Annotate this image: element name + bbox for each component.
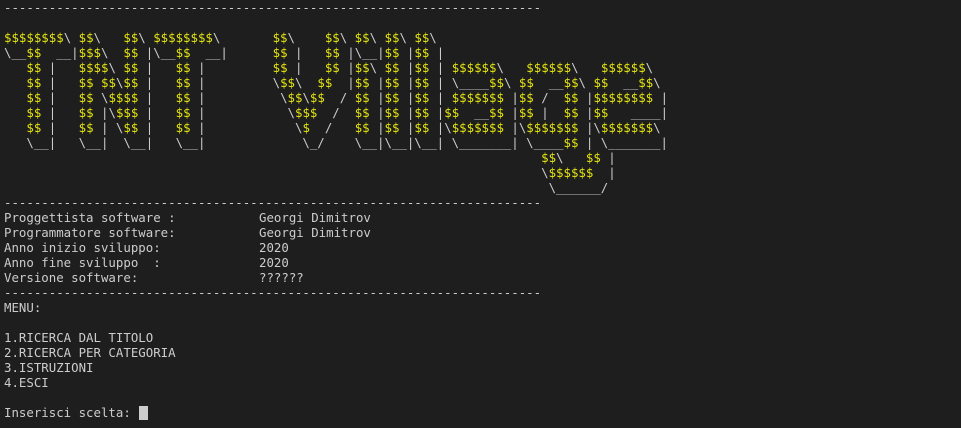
banner-art-line: \______/ (4, 180, 609, 195)
menu-item-search-title: 1.RICERCA DAL TITOLO (4, 330, 154, 345)
start-year-label: Anno inizio sviluppo: (4, 240, 161, 255)
info-row-programmer: Programmatore software: Georgi Dimitrov (4, 225, 961, 240)
banner-art-line: $$\ $$ | (541, 150, 616, 165)
terminal-window[interactable]: ----------------------------------------… (0, 0, 961, 428)
programmer-label: Programmatore software: (4, 225, 176, 240)
banner-art-line: $$ | $$ | \$$ | $$ | \$ / $$ |$$ |$$ |\$… (26, 120, 661, 135)
end-year-label: Anno fine sviluppo : (4, 255, 161, 270)
menu-title: MENU: (4, 300, 42, 315)
separator-after-banner: ----------------------------------------… (4, 195, 542, 210)
separator-top: ----------------------------------------… (4, 0, 542, 15)
banner-art-line: $$$$$$$$\ $$\ $$\ $$$$$$$$\ $$\ $$\ $$\ … (4, 30, 437, 45)
banner-art: $$$$$$$$\ $$\ $$\ $$$$$$$$\ $$\ $$\ $$\ … (4, 30, 961, 195)
input-prompt[interactable]: Inserisci scelta: (4, 405, 961, 420)
info-row-start-year: Anno inizio sviluppo: 2020 (4, 240, 961, 255)
banner-art-line: \$$$$$$ | (4, 165, 616, 180)
banner-art-line: $$ | $$ |\$$$ | $$ | \$$$ / $$ |$$ |$$ |… (26, 105, 669, 120)
menu-item-search-category: 2.RICERCA PER CATEGORIA (4, 345, 176, 360)
info-row-end-year: Anno fine sviluppo : 2020 (4, 255, 961, 270)
banner-art-line: $$ | $$$$\ $$ | $$ | $$ | $$ |$$\ $$ |$$… (26, 60, 654, 75)
banner-art-line: $$ | $$ $$\$$ | $$ | \$$\ $$ |$$ |$$ |$$… (26, 75, 661, 90)
info-row-version: Versione software:?????? (4, 270, 961, 285)
text-cursor[interactable] (139, 405, 149, 420)
info-row-designer: Proggettista software : Georgi Dimitrov (4, 210, 961, 225)
menu-item-instructions: 3.ISTRUZIONI (4, 360, 94, 375)
designer-value: Georgi Dimitrov (259, 210, 371, 225)
designer-label: Proggettista software : (4, 210, 176, 225)
banner-art-line: \__| \__| \__| \__| \_/ \__|\__|\__| \__… (4, 135, 668, 150)
programmer-value: Georgi Dimitrov (259, 225, 371, 240)
menu-list: 1.RICERCA DAL TITOLO 2.RICERCA PER CATEG… (4, 330, 961, 390)
version-label: Versione software: (4, 270, 139, 285)
banner-art-line: $$ | $$ \$$$$ | $$ | \$$\$$ / $$ |$$ |$$… (26, 90, 669, 105)
end-year-value: 2020 (259, 255, 289, 270)
start-year-value: 2020 (259, 240, 289, 255)
separator-after-info: ----------------------------------------… (4, 285, 542, 300)
menu-item-exit: 4.ESCI (4, 375, 49, 390)
info-block: Proggettista software : Georgi Dimitrov P… (4, 210, 961, 285)
prompt-label: Inserisci scelta: (4, 405, 139, 420)
version-value: ?????? (259, 270, 304, 285)
banner-art-line: \__$$ __|$$$\ $$ |\__$$ __| $$ | $$ |\__… (4, 45, 445, 60)
